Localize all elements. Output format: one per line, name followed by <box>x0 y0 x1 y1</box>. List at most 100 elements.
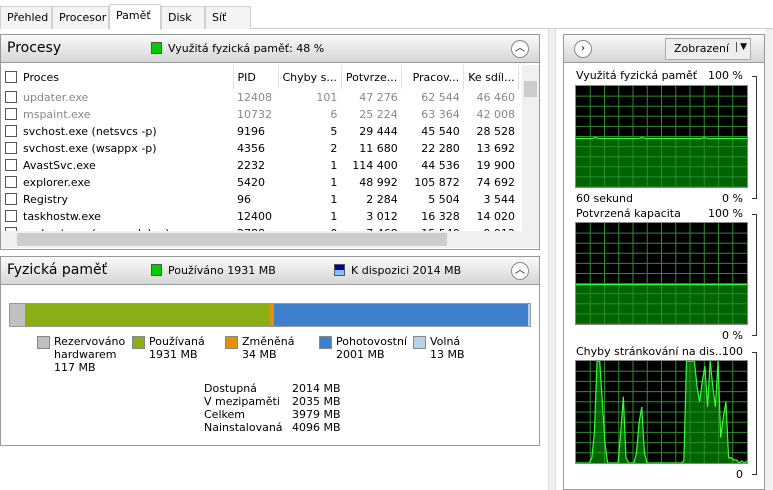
processes-header[interactable]: Procesy Využitá fyzická paměť: 48 % ︿ <box>1 35 539 63</box>
process-name: svchost.exe (wsappx -p) <box>23 142 157 155</box>
commit-cell: 25 224 <box>359 108 398 121</box>
row-checkbox[interactable] <box>5 142 17 154</box>
column-header[interactable]: Potvrze... <box>341 65 403 89</box>
process-name-cell: AvastSvc.exe <box>1 157 233 174</box>
select-all-checkbox[interactable] <box>5 70 17 83</box>
green-swatch-icon <box>151 264 162 276</box>
table-row[interactable]: updater.exe 12408 101 47 276 62 544 46 460 <box>1 89 519 106</box>
physical-memory-header[interactable]: Fyzická paměť Používáno 1931 MB K dispoz… <box>1 257 539 285</box>
table-row[interactable]: AvastSvc.exe 2232 1 114 400 44 536 19 900 <box>1 157 519 174</box>
memory-segment <box>10 304 25 326</box>
graph-min-label: 0 <box>736 468 743 481</box>
outer-scrollbar[interactable] <box>765 29 773 490</box>
row-checkbox[interactable] <box>5 159 17 171</box>
column-header[interactable]: Chyby s... <box>278 65 342 89</box>
faults-cell: 101 <box>316 91 338 104</box>
stat-row: V mezipaměti 2035 MB <box>204 395 341 408</box>
vertical-scrollbar[interactable] <box>522 65 539 231</box>
working-cell: 45 540 <box>421 125 460 138</box>
row-checkbox[interactable] <box>5 108 17 120</box>
horizontal-scrollbar[interactable] <box>1 231 539 248</box>
expand-right-icon[interactable]: › <box>574 40 592 58</box>
graph-0 <box>575 85 748 188</box>
pid-cell: 10732 <box>237 108 272 121</box>
row-checkbox[interactable] <box>5 125 17 137</box>
collapse-icon[interactable]: ︿ <box>511 262 529 280</box>
stat-label: Nainstalovaná <box>204 421 283 434</box>
stat-row: Celkem 3979 MB <box>204 408 341 421</box>
row-checkbox[interactable] <box>5 176 17 188</box>
legend-label: Rezervováno hardwarem <box>54 335 126 361</box>
legend-item: Pohotovostní 2001 MB <box>319 335 426 361</box>
scroll-thumb[interactable] <box>524 81 537 97</box>
process-name-cell: svchost.exe (wsappx -p) <box>1 140 233 157</box>
working-cell: 44 536 <box>421 159 460 172</box>
tab-bar: Přehled Procesor Paměť Disk Síť <box>0 0 773 30</box>
shareable-cell: 14 020 <box>476 210 515 223</box>
process-name: updater.exe <box>23 91 89 104</box>
commit-cell: 47 276 <box>359 91 398 104</box>
graph-title: Chyby stránkování na dis... <box>576 345 726 358</box>
memory-usage-status: Využitá fyzická paměť: 48 % <box>151 42 324 55</box>
process-table: Proces PID Chyby s... Potvrze... Pracov... Ke… <box>1 65 520 242</box>
legend-item: Změněná 34 MB <box>225 335 332 361</box>
table-row[interactable]: mspaint.exe 10732 6 25 224 63 364 42 008 <box>1 106 519 123</box>
row-checkbox[interactable] <box>5 210 17 222</box>
tab-4[interactable]: Síť <box>205 6 251 29</box>
shareable-cell: 28 528 <box>476 125 515 138</box>
process-name: svchost.exe (netsvcs -p) <box>23 125 157 138</box>
process-name: AvastSvc.exe <box>23 159 96 172</box>
process-name-cell: updater.exe <box>1 89 233 106</box>
table-row[interactable]: svchost.exe (netsvcs -p) 9196 5 29 444 45 54… <box>1 123 519 140</box>
row-checkbox[interactable] <box>5 193 17 205</box>
column-label: Proces <box>23 70 59 84</box>
shareable-cell: 74 692 <box>476 176 515 189</box>
legend-swatch <box>225 336 238 349</box>
commit-cell: 114 400 <box>352 159 398 172</box>
table-row[interactable]: Registry 96 1 2 284 5 504 3 544 <box>1 191 519 208</box>
commit-cell: 29 444 <box>359 125 398 138</box>
tab-2[interactable]: Paměť <box>109 4 161 30</box>
legend-swatch <box>37 336 50 349</box>
graph-1 <box>575 222 748 325</box>
chevron-down-icon: ▼ <box>736 42 747 52</box>
stat-label: Celkem <box>204 408 245 421</box>
blue-swatch-icon <box>334 264 345 276</box>
process-name-cell: explorer.exe <box>1 174 233 191</box>
memory-segment <box>24 304 270 326</box>
pid-cell: 5420 <box>237 176 265 189</box>
legend-value: 117 MB <box>54 361 96 374</box>
tab-3[interactable]: Disk <box>161 6 205 29</box>
tab-1[interactable]: Procesor <box>52 6 109 29</box>
graph-max-label: 100 % <box>708 69 743 82</box>
table-row[interactable]: svchost.exe (wsappx -p) 4356 2 11 680 22 280… <box>1 140 519 157</box>
column-header[interactable]: Ke sdíl... <box>463 65 520 89</box>
faults-cell: 2 <box>330 142 338 155</box>
used-status: Používáno 1931 MB <box>151 264 276 277</box>
process-name-cell: Registry <box>1 191 233 208</box>
time-span-label: 60 sekund <box>576 192 633 205</box>
process-name: taskhostw.exe <box>23 210 101 223</box>
memory-bar <box>9 303 531 327</box>
table-row[interactable]: taskhostw.exe 12400 1 3 012 16 328 14 020 <box>1 208 519 225</box>
view-dropdown[interactable]: Zobrazení ▼ <box>665 38 751 60</box>
faults-cell: 1 <box>330 159 338 172</box>
column-header[interactable]: Proces <box>1 65 234 89</box>
faults-cell: 5 <box>330 125 338 138</box>
column-header[interactable]: Pracov... <box>401 65 465 89</box>
row-checkbox[interactable] <box>5 91 17 103</box>
tab-0[interactable]: Přehled <box>0 6 52 29</box>
processes-title: Procesy <box>7 40 62 56</box>
graph-min-label: 0 % <box>722 192 743 205</box>
scroll-thumb[interactable] <box>17 233 447 246</box>
collapse-icon[interactable]: ︿ <box>511 40 529 58</box>
table-row[interactable]: explorer.exe 5420 1 48 992 105 872 74 692 <box>1 174 519 191</box>
column-header[interactable]: PID <box>233 65 279 89</box>
splitter[interactable] <box>548 29 556 490</box>
view-label: Zobrazení <box>674 42 730 55</box>
graph-bracket <box>752 76 757 199</box>
shareable-cell: 13 692 <box>476 142 515 155</box>
graph-title: Využitá fyzická paměť <box>576 69 698 82</box>
graph-min-label: 0 % <box>722 329 743 342</box>
process-name-cell: taskhostw.exe <box>1 208 233 225</box>
